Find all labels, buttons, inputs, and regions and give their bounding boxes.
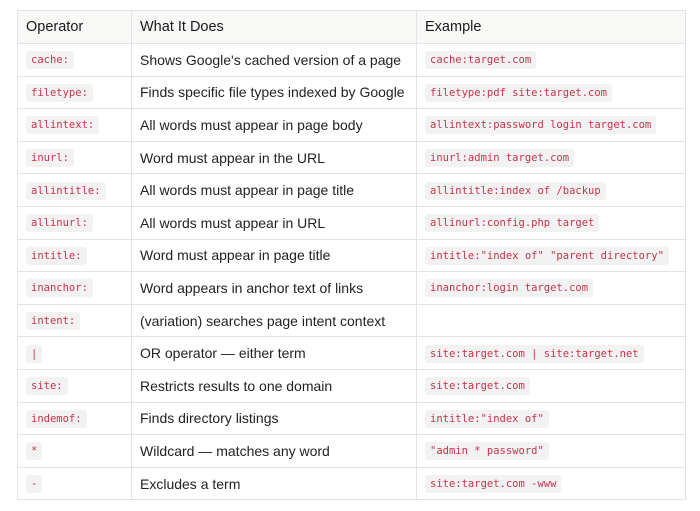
description-cell: Word must appear in the URL: [131, 140, 417, 175]
operator-cell: *: [17, 434, 132, 468]
operator-cell: intent:: [17, 303, 132, 338]
operator-code: allinurl:: [26, 214, 93, 233]
operator-cell: |: [17, 336, 132, 370]
example-cell: inanchor:login target.com: [416, 271, 686, 305]
example-code: intitle:"index of": [425, 409, 549, 428]
search-operators-table: Operator What It Does Example cache: Show…: [17, 10, 686, 501]
operator-code: indemof:: [26, 409, 87, 428]
example-code: inanchor:login target.com: [425, 279, 594, 298]
operator-cell: site:: [17, 368, 132, 403]
operator-cell: inurl:: [17, 140, 132, 175]
table-row: allintext: All words must appear in page …: [17, 108, 686, 142]
table-row: * Wildcard — matches any word "admin * pas…: [17, 434, 686, 468]
example-cell: site:target.com | site:target.net: [416, 336, 686, 370]
table-row: - Excludes a term site:target.com -www: [17, 466, 686, 501]
operator-cell: allinurl:: [17, 205, 132, 240]
operator-code: intitle:: [26, 246, 87, 265]
description-cell: Restricts results to one domain: [131, 368, 417, 403]
table-row: filetype: Finds specific file types index…: [17, 75, 686, 110]
operator-code: intent:: [26, 312, 81, 331]
table-row: inurl: Word must appear in the URL inurl:a…: [17, 140, 686, 175]
operator-cell: intitle:: [17, 238, 132, 273]
operator-cell: indemof:: [17, 401, 132, 436]
example-code: allintext:password login target.com: [425, 116, 657, 135]
operator-cell: allintitle:: [17, 173, 132, 207]
operator-code: site:: [26, 377, 68, 396]
table-header: Operator What It Does Example: [17, 10, 686, 44]
operator-code: inurl:: [26, 149, 74, 168]
table-row: | OR operator — either term site:target.co…: [17, 336, 686, 370]
description-cell: Shows Google's cached version of a page: [131, 43, 417, 77]
description-cell: (variation) searches page intent context: [131, 303, 417, 338]
description-cell: All words must appear in page body: [131, 108, 417, 142]
operator-cell: cache:: [17, 43, 132, 77]
operator-code: allintext:: [26, 116, 100, 135]
operator-code: filetype:: [26, 83, 93, 102]
example-code: cache:target.com: [425, 51, 537, 70]
header-example: Example: [416, 10, 686, 44]
example-cell: "admin * password": [416, 434, 686, 468]
table-row: intent: (variation) searches page intent …: [17, 303, 686, 338]
example-code: site:target.com: [425, 377, 530, 396]
description-cell: Word must appear in page title: [131, 238, 417, 273]
table-row: allinurl: All words must appear in URL all…: [17, 205, 686, 240]
operator-code: allintitle:: [26, 181, 106, 200]
header-row: Operator What It Does Example: [17, 10, 686, 44]
header-what-it-does: What It Does: [131, 10, 417, 44]
operator-code: inanchor:: [26, 279, 93, 298]
example-code: inurl:admin target.com: [425, 149, 575, 168]
example-code: filetype:pdf site:target.com: [425, 83, 613, 102]
example-code: site:target.com | site:target.net: [425, 344, 644, 363]
example-cell: allinurl:config.php target: [416, 205, 686, 240]
description-cell: OR operator — either term: [131, 336, 417, 370]
example-cell: allintitle:index of /backup: [416, 173, 686, 207]
example-code: allinurl:config.php target: [425, 214, 600, 233]
table-row: inanchor: Word appears in anchor text of …: [17, 271, 686, 305]
example-cell: intitle:"index of" "parent directory": [416, 238, 686, 273]
table-body: cache: Shows Google's cached version of a…: [17, 43, 686, 501]
operator-cell: -: [17, 466, 132, 501]
example-code: site:target.com -www: [425, 475, 562, 494]
operator-code: *: [26, 442, 43, 461]
example-cell: allintext:password login target.com: [416, 108, 686, 142]
header-operator: Operator: [17, 10, 132, 44]
example-cell: inurl:admin target.com: [416, 140, 686, 175]
table-row: allintitle: All words must appear in page…: [17, 173, 686, 207]
table-row: cache: Shows Google's cached version of a…: [17, 43, 686, 77]
table-row: indemof: Finds directory listings intitle:…: [17, 401, 686, 436]
operator-code: cache:: [26, 51, 74, 70]
description-cell: Finds specific file types indexed by Goo…: [131, 75, 417, 110]
table-row: intitle: Word must appear in page title in…: [17, 238, 686, 273]
example-cell: site:target.com -www: [416, 466, 686, 501]
description-cell: Finds directory listings: [131, 401, 417, 436]
example-code: "admin * password": [425, 442, 549, 461]
table-row: site: Restricts results to one domain site…: [17, 368, 686, 403]
operator-cell: filetype:: [17, 75, 132, 110]
example-cell: intitle:"index of": [416, 401, 686, 436]
description-cell: All words must appear in page title: [131, 173, 417, 207]
operators-table-container: Operator What It Does Example cache: Show…: [17, 10, 686, 501]
example-code: intitle:"index of" "parent directory": [425, 246, 669, 265]
description-cell: Excludes a term: [131, 466, 417, 501]
operator-cell: allintext:: [17, 108, 132, 142]
example-cell: site:target.com: [416, 368, 686, 403]
description-cell: Word appears in anchor text of links: [131, 271, 417, 305]
operator-cell: inanchor:: [17, 271, 132, 305]
description-cell: Wildcard — matches any word: [131, 434, 417, 468]
operator-code: |: [26, 344, 43, 363]
description-cell: All words must appear in URL: [131, 205, 417, 240]
example-cell: cache:target.com: [416, 43, 686, 77]
example-cell: [416, 303, 686, 338]
operator-code: -: [26, 475, 43, 494]
example-cell: filetype:pdf site:target.com: [416, 75, 686, 110]
example-code: allintitle:index of /backup: [425, 181, 606, 200]
